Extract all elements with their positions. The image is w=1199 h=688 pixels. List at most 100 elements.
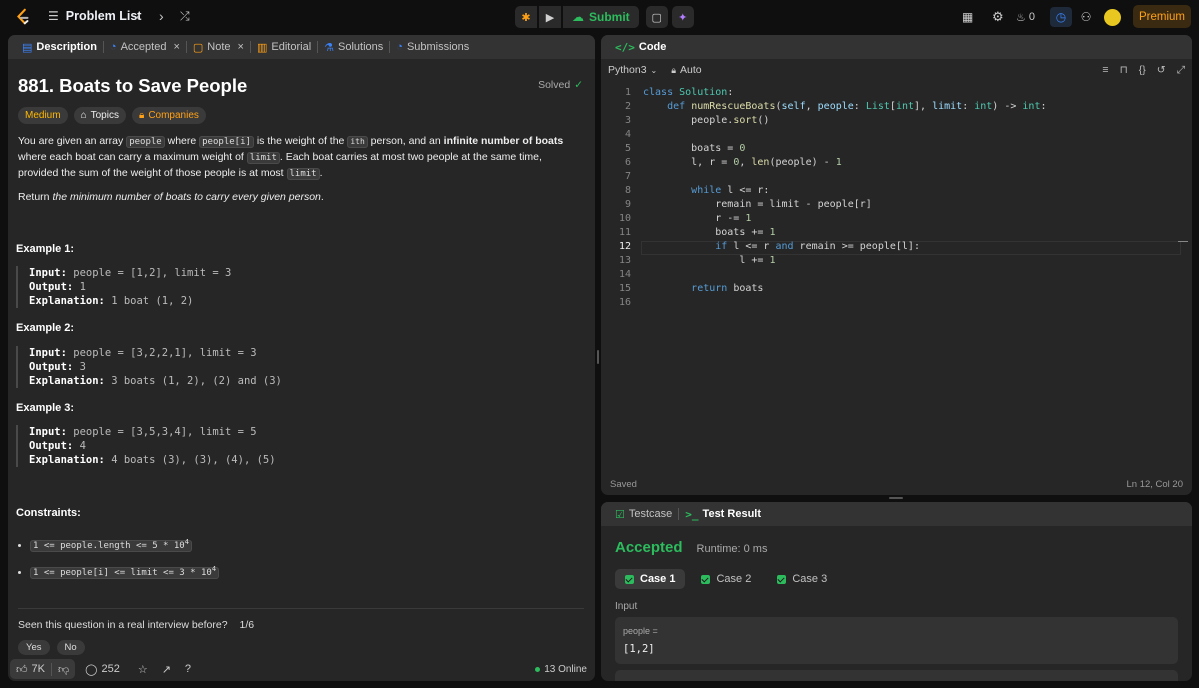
run-button[interactable]: ▶ <box>539 6 561 28</box>
example-title: Example 2: <box>16 322 75 334</box>
reset-icon[interactable]: ↺ <box>1157 64 1166 77</box>
close-icon[interactable]: × <box>173 41 179 53</box>
solved-label: Solved <box>538 79 571 91</box>
tab-test-result[interactable]: >_ Test Result <box>679 502 767 526</box>
code-panel: </> Code Python3 ⌄ 🔒︎ Auto ≡ ⊓ {} ↺ ⤢ 1 2 3… <box>601 35 1192 495</box>
prev-problem-icon[interactable]: ‹ <box>136 8 141 24</box>
tab-label: Accepted <box>120 41 167 53</box>
sup-ith: ith <box>350 137 365 146</box>
tab-label: Note <box>207 41 231 53</box>
inline-code: people <box>126 136 165 148</box>
label: Explanation: <box>29 454 105 466</box>
online-status: 13 Online <box>535 664 587 675</box>
comments-button[interactable]: ◯ 252 <box>85 663 120 676</box>
note-icon: ▢ <box>651 11 662 24</box>
tab-testcase[interactable]: ☑ Testcase <box>609 502 678 526</box>
line-number: 5 <box>624 143 631 154</box>
yes-button[interactable]: Yes <box>18 640 50 655</box>
vertical-resize-handle[interactable] <box>597 350 599 364</box>
auto-toggle[interactable]: 🔒︎ Auto <box>671 64 701 76</box>
ai-button[interactable]: ✦ <box>671 6 694 28</box>
cloud-upload-icon: ☁ <box>572 10 584 24</box>
language-label: Python3 <box>608 64 647 76</box>
leetcode-logo-icon[interactable] <box>14 8 32 26</box>
constraints-list: 1 <= people.length <= 5 * 104 1 <= peopl… <box>30 531 220 585</box>
chevron-down-icon: ⌄ <box>650 65 658 75</box>
lock-icon: 🔒︎ <box>138 110 145 121</box>
bookmark-icon[interactable]: ⊓ <box>1120 64 1128 77</box>
constraint-text: 1 <= people.length <= 5 * 10 <box>33 541 185 551</box>
tab-label: Solutions <box>338 41 384 53</box>
inline-code: limit <box>286 168 320 180</box>
line-number: 16 <box>618 297 631 308</box>
problem-list-button[interactable]: ☰ Problem List <box>48 9 141 23</box>
braces-icon[interactable]: {} <box>1139 64 1146 77</box>
line-number: 3 <box>624 115 631 126</box>
cursor-position: Ln 12, Col 20 <box>1126 478 1183 490</box>
dislike-button[interactable]: 👎︎ <box>50 662 75 676</box>
tab-code[interactable]: </> Code <box>609 35 672 59</box>
description-tabs: ▤ Description ◔ Accepted × ▢ Note × ▥ Editoria… <box>8 35 595 59</box>
line-number: 11 <box>618 227 631 238</box>
label: Explanation: <box>29 295 105 307</box>
solved-status: Solved ✓ <box>538 79 583 91</box>
debug-button[interactable]: ✱ <box>515 6 537 28</box>
verdict-label: Accepted <box>615 539 683 556</box>
timer-icon[interactable]: ◷ <box>1050 7 1072 27</box>
code-line: l += 1 <box>643 255 776 266</box>
case-tab[interactable]: Case 1 <box>615 569 686 589</box>
tab-solutions[interactable]: ⚗ Solutions <box>318 35 389 59</box>
interview-answers: Yes No <box>18 640 85 655</box>
note-icon: ▢ <box>192 41 204 54</box>
code-editor[interactable]: 1 2 3 4 5 6 7 8 9 10 11 12 13 14 15 16 c… <box>601 87 1192 467</box>
divider <box>18 608 584 609</box>
online-dot-icon <box>535 666 541 672</box>
share-icon[interactable]: ↗ <box>162 663 171 676</box>
no-button[interactable]: No <box>56 640 85 655</box>
verdict-row: Accepted Runtime: 0 ms <box>615 539 767 556</box>
case-tab[interactable]: Case 3 <box>767 569 837 589</box>
avatar[interactable] <box>1104 8 1121 26</box>
editor-toolbar: Python3 ⌄ 🔒︎ Auto ≡ ⊓ {} ↺ ⤢ <box>601 59 1192 81</box>
text: Return <box>18 191 53 203</box>
settings-icon[interactable]: ⚙ <box>992 9 1016 25</box>
interview-question: Seen this question in a real interview b… <box>18 619 254 631</box>
add-user-icon[interactable]: ⚇ <box>1072 10 1100 24</box>
like-button[interactable]: 👍︎ 7K <box>10 663 51 676</box>
italic-text: the minimum number of boats to carry eve… <box>52 191 321 203</box>
shuffle-icon[interactable]: ⤮ <box>180 9 190 24</box>
tab-accepted[interactable]: ◔ Accepted × <box>104 35 186 59</box>
line-number: 15 <box>618 283 631 294</box>
star-icon[interactable]: ☆ <box>138 663 148 676</box>
value: 1 <box>79 281 86 293</box>
companies-button[interactable]: 🔒︎ Companies <box>131 107 206 124</box>
format-icon[interactable]: ≡ <box>1102 64 1108 77</box>
constraint-item: 1 <= people[i] <= limit <= 3 * 104 <box>30 558 220 585</box>
horizontal-resize-handle[interactable] <box>889 497 903 499</box>
tab-description[interactable]: ▤ Description <box>16 35 103 59</box>
premium-button[interactable]: Premium <box>1133 5 1191 28</box>
variable-name: people = <box>623 626 658 636</box>
topics-button[interactable]: ⌂ Topics <box>73 107 126 124</box>
play-icon: ▶ <box>545 11 555 24</box>
next-problem-icon[interactable]: › <box>159 8 164 24</box>
layout-icon[interactable]: ▦ <box>962 10 992 24</box>
case-tab[interactable]: Case 2 <box>691 569 761 589</box>
topics-label: Topics <box>90 110 119 121</box>
value: 4 boats (3), (3), (4), (5) <box>111 454 276 466</box>
notes-button[interactable]: ▢ <box>645 6 668 28</box>
tab-note[interactable]: ▢ Note × <box>187 35 250 59</box>
tab-editorial[interactable]: ▥ Editorial <box>251 35 317 59</box>
close-icon[interactable]: × <box>238 41 244 53</box>
submit-button[interactable]: ☁ Submit <box>563 6 639 28</box>
streak-button[interactable]: ♨ 0 <box>1016 11 1046 24</box>
help-icon[interactable]: ? <box>185 663 191 675</box>
code-line: class Solution: <box>643 87 734 98</box>
language-select[interactable]: Python3 ⌄ <box>608 64 657 76</box>
saved-status: Saved <box>610 478 637 490</box>
fullscreen-icon[interactable]: ⤢ <box>1177 64 1185 77</box>
line-number: 7 <box>624 171 631 182</box>
line-number: 9 <box>624 199 631 210</box>
label: Explanation: <box>29 375 105 387</box>
tab-submissions[interactable]: ◔ Submissions <box>390 35 475 59</box>
